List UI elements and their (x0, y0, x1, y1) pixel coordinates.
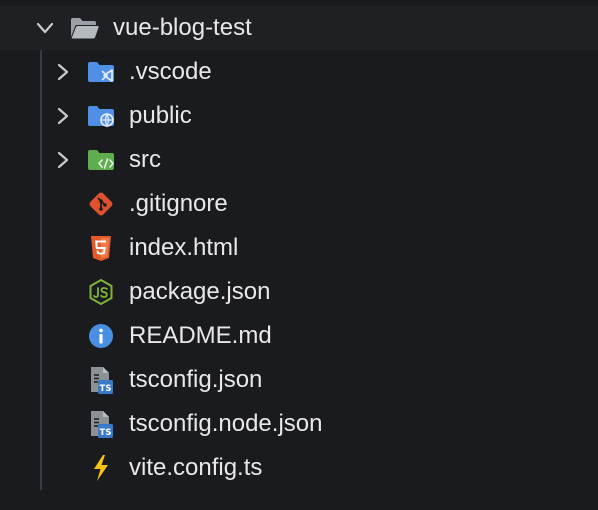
folder-open-icon (69, 13, 99, 43)
tree-item-root-folder[interactable]: vue-blog-test (0, 6, 598, 50)
tree-item-label: index.html (129, 234, 239, 261)
svg-text:TS: TS (100, 428, 112, 438)
tree-item-file-gitignore[interactable]: .gitignore (0, 182, 598, 226)
chevron-right-icon[interactable] (50, 148, 74, 172)
typescript-config-icon: TS (86, 409, 116, 439)
vite-icon (86, 453, 116, 483)
tree-item-label: README.md (129, 322, 272, 349)
nodejs-icon (86, 277, 116, 307)
git-icon (86, 189, 116, 219)
svg-text:TS: TS (100, 384, 112, 394)
tree-item-label: tsconfig.node.json (129, 410, 323, 437)
typescript-config-icon: TS (86, 365, 116, 395)
src-folder-icon (86, 145, 116, 175)
tree-item-label: tsconfig.json (129, 366, 263, 393)
tree-item-folder-src[interactable]: src (0, 138, 598, 182)
tree-item-label: .vscode (129, 58, 212, 85)
tree-item-file-tsconfig-node[interactable]: TS tsconfig.node.json (0, 402, 598, 446)
tree-item-label: .gitignore (129, 190, 228, 217)
tree-item-file-package-json[interactable]: package.json (0, 270, 598, 314)
tree-item-label: src (129, 146, 161, 173)
tree-item-label: vite.config.ts (129, 454, 263, 481)
public-folder-icon (86, 101, 116, 131)
tree-item-label: public (129, 102, 192, 129)
tree-item-label: vue-blog-test (113, 14, 252, 41)
tree-item-label: package.json (129, 278, 271, 305)
html5-icon (86, 233, 116, 263)
chevron-right-icon[interactable] (50, 60, 74, 84)
tree-item-folder-public[interactable]: public (0, 94, 598, 138)
vscode-folder-icon (86, 57, 116, 87)
chevron-right-icon[interactable] (50, 104, 74, 128)
chevron-down-icon[interactable] (33, 16, 57, 40)
file-explorer: vue-blog-test .vscode public src .gitign… (0, 0, 598, 510)
tree-item-folder-vscode[interactable]: .vscode (0, 50, 598, 94)
info-icon (86, 321, 116, 351)
tree-item-file-vite-config[interactable]: vite.config.ts (0, 446, 598, 490)
tree-item-file-tsconfig[interactable]: TS tsconfig.json (0, 358, 598, 402)
tree-item-file-index-html[interactable]: index.html (0, 226, 598, 270)
tree-item-file-readme[interactable]: README.md (0, 314, 598, 358)
